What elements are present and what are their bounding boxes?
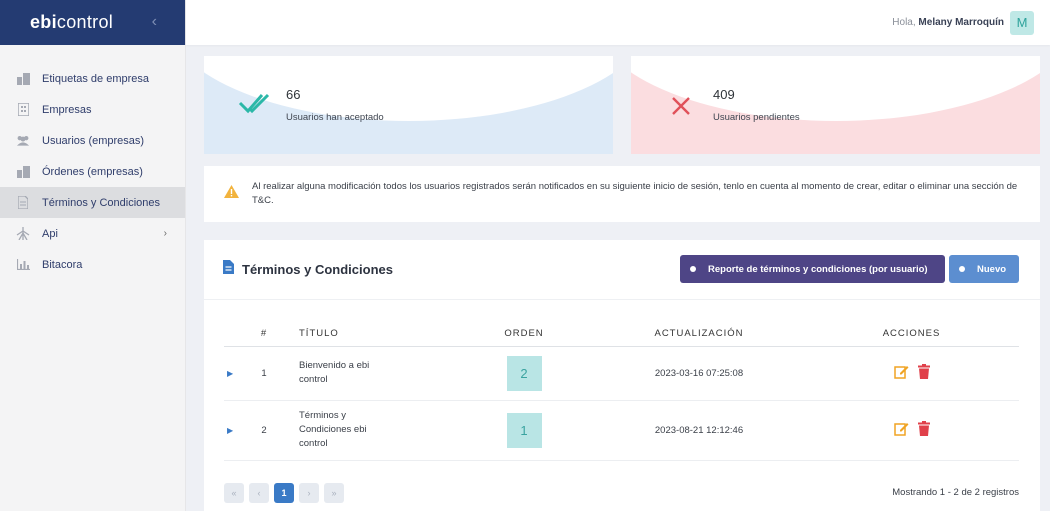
row-updated: 2023-08-21 12:12:46 [594, 400, 804, 461]
sidebar-item-terminos[interactable]: Términos y Condiciones [0, 187, 185, 218]
users-icon [16, 134, 30, 148]
avatar[interactable]: M [1010, 10, 1034, 35]
row-actions [804, 400, 1019, 461]
api-icon [16, 227, 30, 241]
sidebar-item-label: Términos y Condiciones [42, 196, 160, 209]
stat-card-accepted: 66 Usuarios han aceptado [204, 56, 613, 154]
sidebar-item-usuarios[interactable]: Usuarios (empresas) [0, 125, 185, 156]
document-icon [223, 260, 234, 279]
accepted-label: Usuarios han aceptado [286, 112, 384, 123]
row-updated: 2023-03-16 07:25:08 [594, 346, 804, 401]
caret-right-icon[interactable]: ▶ [227, 369, 233, 378]
new-button[interactable]: Nuevo [949, 255, 1019, 283]
page-next-button[interactable]: › [299, 483, 319, 503]
terms-table: # TÍTULO ORDEN ACTUALIZACIÓN ACCIONES ▶ … [224, 322, 1019, 461]
brand-bar: ebicontrol ‹ [0, 0, 185, 45]
page-prev-button[interactable]: ‹ [249, 483, 269, 503]
chevron-left-icon[interactable]: ‹ [152, 13, 157, 31]
order-badge: 1 [506, 412, 542, 448]
warning-icon [224, 185, 239, 203]
pagination: « ‹ 1 › » [224, 483, 344, 503]
topbar: Hola, Melany Marroquín M [186, 0, 1050, 45]
sidebar-item-label: Empresas [42, 103, 92, 116]
sidebar-item-label: Órdenes (empresas) [42, 165, 143, 178]
logo-prefix: ebi [30, 12, 57, 32]
col-actions: ACCIONES [804, 322, 1019, 347]
edit-icon[interactable] [893, 364, 909, 382]
row-title: Términos y Condiciones ebi control [279, 400, 454, 461]
order-badge: 2 [506, 355, 542, 391]
caret-right-icon[interactable]: ▶ [227, 426, 233, 435]
document-icon [16, 196, 30, 210]
building-icon [16, 165, 30, 179]
sidebar-item-etiquetas[interactable]: Etiquetas de empresa [0, 63, 185, 94]
office-icon [16, 103, 30, 117]
chart-icon [16, 258, 30, 272]
greeting: Hola, Melany Marroquín [892, 17, 1004, 28]
logo-suffix: control [56, 12, 114, 32]
row-actions [804, 346, 1019, 401]
sidebar-item-ordenes[interactable]: Órdenes (empresas) [0, 156, 185, 187]
brand-logo[interactable]: ebicontrol [30, 12, 113, 33]
page-last-button[interactable]: » [324, 483, 344, 503]
row-order-cell: 2 [454, 346, 594, 401]
trash-icon[interactable] [917, 421, 930, 439]
user-name: Melany Marroquín [918, 17, 1004, 28]
row-title-text: Bienvenido a ebi control [299, 360, 370, 385]
sidebar-menu: Etiquetas de empresa Empresas Usuarios (… [0, 63, 185, 280]
warning-alert: Al realizar alguna modificación todos lo… [204, 166, 1040, 222]
row-order-cell: 1 [454, 400, 594, 461]
circle-icon [690, 266, 696, 272]
row-title: Bienvenido a ebi control [279, 346, 454, 401]
report-button-label: Reporte de términos y condiciones (por u… [708, 263, 928, 275]
sidebar-item-bitacora[interactable]: Bitacora [0, 249, 185, 280]
card-wave [631, 56, 1040, 121]
panel-header: Términos y Condiciones Reporte de términ… [204, 240, 1040, 300]
pending-count: 409 [713, 87, 735, 102]
new-button-label: Nuevo [977, 263, 1007, 275]
edit-icon[interactable] [893, 421, 909, 439]
building-icon [16, 72, 30, 86]
alert-text: Al realizar alguna modificación todos lo… [252, 181, 1018, 206]
col-expand [224, 322, 249, 347]
expand-cell[interactable]: ▶ [224, 346, 249, 401]
sidebar: ebicontrol ‹ Etiquetas de empresa Empres… [0, 0, 186, 511]
sidebar-item-api[interactable]: Api › [0, 218, 185, 249]
table-row: ▶ 2 Términos y Condiciones ebi control 1… [224, 400, 1019, 461]
terms-panel: Términos y Condiciones Reporte de términ… [204, 240, 1040, 511]
chevron-right-icon: › [163, 228, 167, 239]
row-number: 1 [249, 346, 279, 401]
row-number: 2 [249, 400, 279, 461]
row-title-text: Términos y Condiciones ebi control [299, 410, 367, 449]
trash-icon[interactable] [917, 364, 930, 382]
table-row: ▶ 1 Bienvenido a ebi control 2 2023-03-1… [224, 346, 1019, 401]
sidebar-item-label: Bitacora [42, 258, 83, 271]
page-current-button[interactable]: 1 [274, 483, 294, 503]
stat-card-pending: 409 Usuarios pendientes [631, 56, 1040, 154]
col-order: ORDEN [454, 322, 594, 347]
records-summary: Mostrando 1 - 2 de 2 registros [892, 487, 1019, 498]
panel-title: Términos y Condiciones [242, 262, 393, 277]
table-header-row: # TÍTULO ORDEN ACTUALIZACIÓN ACCIONES [224, 322, 1019, 347]
col-title: TÍTULO [279, 322, 454, 347]
sidebar-item-label: Usuarios (empresas) [42, 134, 145, 147]
x-icon [671, 96, 691, 121]
expand-cell[interactable]: ▶ [224, 400, 249, 461]
sidebar-item-empresas[interactable]: Empresas [0, 94, 185, 125]
sidebar-item-label: Etiquetas de empresa [42, 72, 150, 85]
col-updated: ACTUALIZACIÓN [594, 322, 804, 347]
pending-label: Usuarios pendientes [713, 112, 800, 123]
col-number: # [249, 322, 279, 347]
circle-icon [959, 266, 965, 272]
page-first-button[interactable]: « [224, 483, 244, 503]
greeting-text: Hola, [892, 17, 916, 28]
report-button[interactable]: Reporte de términos y condiciones (por u… [680, 255, 945, 283]
accepted-count: 66 [286, 87, 301, 102]
sidebar-item-label: Api [42, 227, 58, 240]
double-check-icon [238, 92, 272, 119]
